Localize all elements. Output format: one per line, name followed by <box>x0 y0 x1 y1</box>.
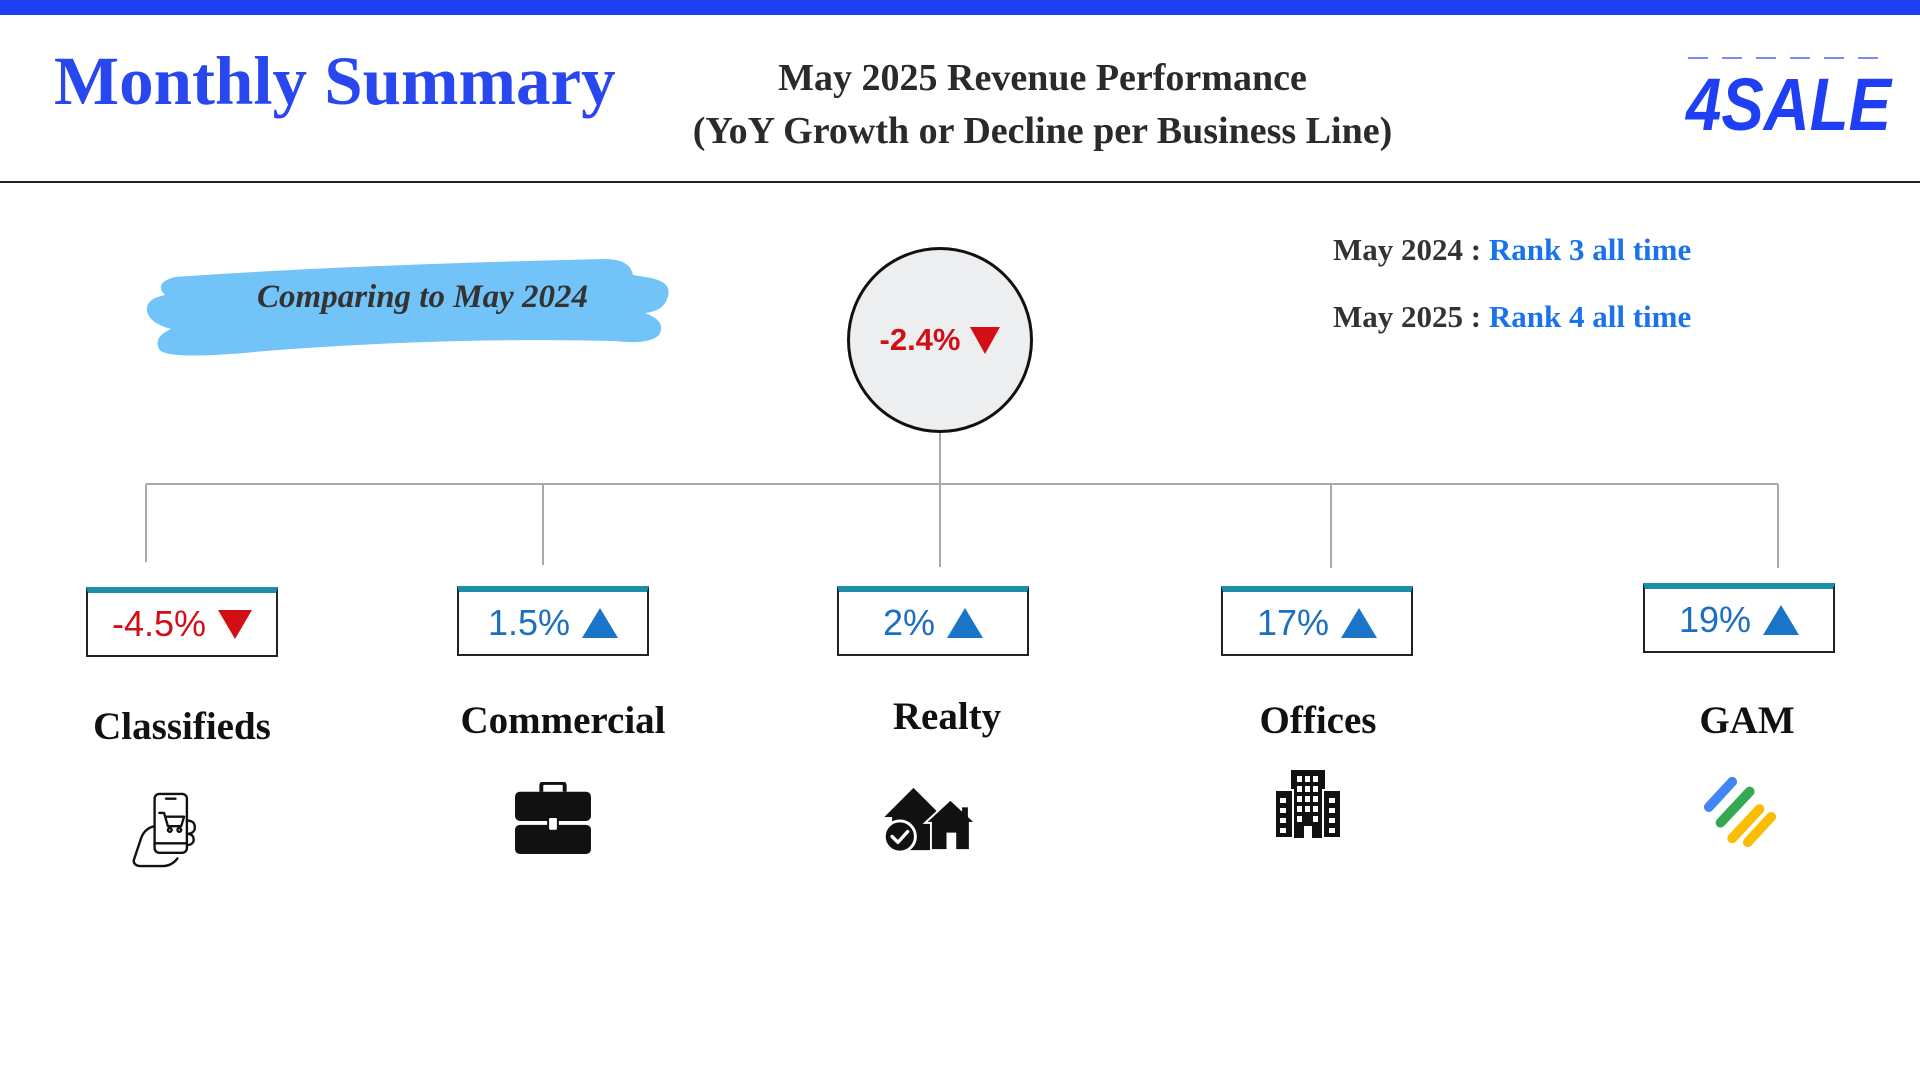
rank-value: Rank 4 all time <box>1488 299 1692 334</box>
tree-connector <box>145 433 1779 568</box>
decline-arrow-icon <box>218 609 253 639</box>
google-ad-manager-icon <box>1703 776 1777 848</box>
houses-icon <box>882 787 976 854</box>
briefcase-icon <box>515 782 591 855</box>
phone-shopping-cart-icon <box>132 792 196 868</box>
office-building-icon <box>1274 770 1342 839</box>
growth-arrow-icon <box>947 608 984 638</box>
header-divider <box>0 181 1920 183</box>
decline-arrow-icon <box>970 326 1001 354</box>
kpi-value: 1.5% <box>487 602 571 643</box>
rank-period: May 2025 : <box>1333 299 1489 334</box>
rank-line-2025: May 2025 : Rank 4 all time <box>1333 297 1691 337</box>
business-line-label-gam: GAM <box>1699 699 1795 742</box>
top-brand-bar <box>0 0 1920 15</box>
kpi-value: 17% <box>1256 602 1330 643</box>
overall-growth-value: -2.4% <box>879 322 961 357</box>
kpi-box-realty: 2% <box>837 586 1029 656</box>
logo-text: 4SALE <box>1684 63 1893 140</box>
comparison-label: Comparing to May 2024 <box>257 279 588 315</box>
kpi-box-commercial: 1.5% <box>457 586 649 656</box>
kpi-value: 19% <box>1678 599 1752 640</box>
rank-value: Rank 3 all time <box>1488 232 1692 267</box>
business-line-label-offices: Offices <box>1259 699 1377 742</box>
subtitle-line-2: (YoY Growth or Decline per Business Line… <box>692 110 1393 152</box>
rank-summary: May 2024 : Rank 3 all time May 2025 : Ra… <box>1333 230 1691 364</box>
kpi-value: -4.5% <box>111 603 207 644</box>
kpi-box-offices: 17% <box>1221 586 1413 656</box>
page-subtitle: May 2025 Revenue Performance (YoY Growth… <box>645 52 1440 158</box>
rank-period: May 2024 : <box>1333 232 1489 267</box>
kpi-value: 2% <box>882 602 936 643</box>
business-line-label-realty: Realty <box>892 695 1002 738</box>
brand-logo: 4SALE <box>1684 57 1893 140</box>
growth-arrow-icon <box>582 608 619 638</box>
kpi-box-classifieds: -4.5% <box>86 587 278 657</box>
overall-growth-value-wrap: -2.4% <box>880 322 1001 358</box>
page-title: Monthly Summary <box>54 43 616 119</box>
growth-arrow-icon <box>1763 605 1800 635</box>
business-line-label-commercial: Commercial <box>460 699 666 742</box>
kpi-box-gam: 19% <box>1643 583 1835 653</box>
business-line-label-classifieds: Classifieds <box>93 705 271 748</box>
rank-line-2024: May 2024 : Rank 3 all time <box>1333 230 1691 270</box>
growth-arrow-icon <box>1341 608 1378 638</box>
overall-growth-circle: -2.4% <box>847 247 1033 433</box>
subtitle-line-1: May 2025 Revenue Performance <box>778 57 1307 99</box>
